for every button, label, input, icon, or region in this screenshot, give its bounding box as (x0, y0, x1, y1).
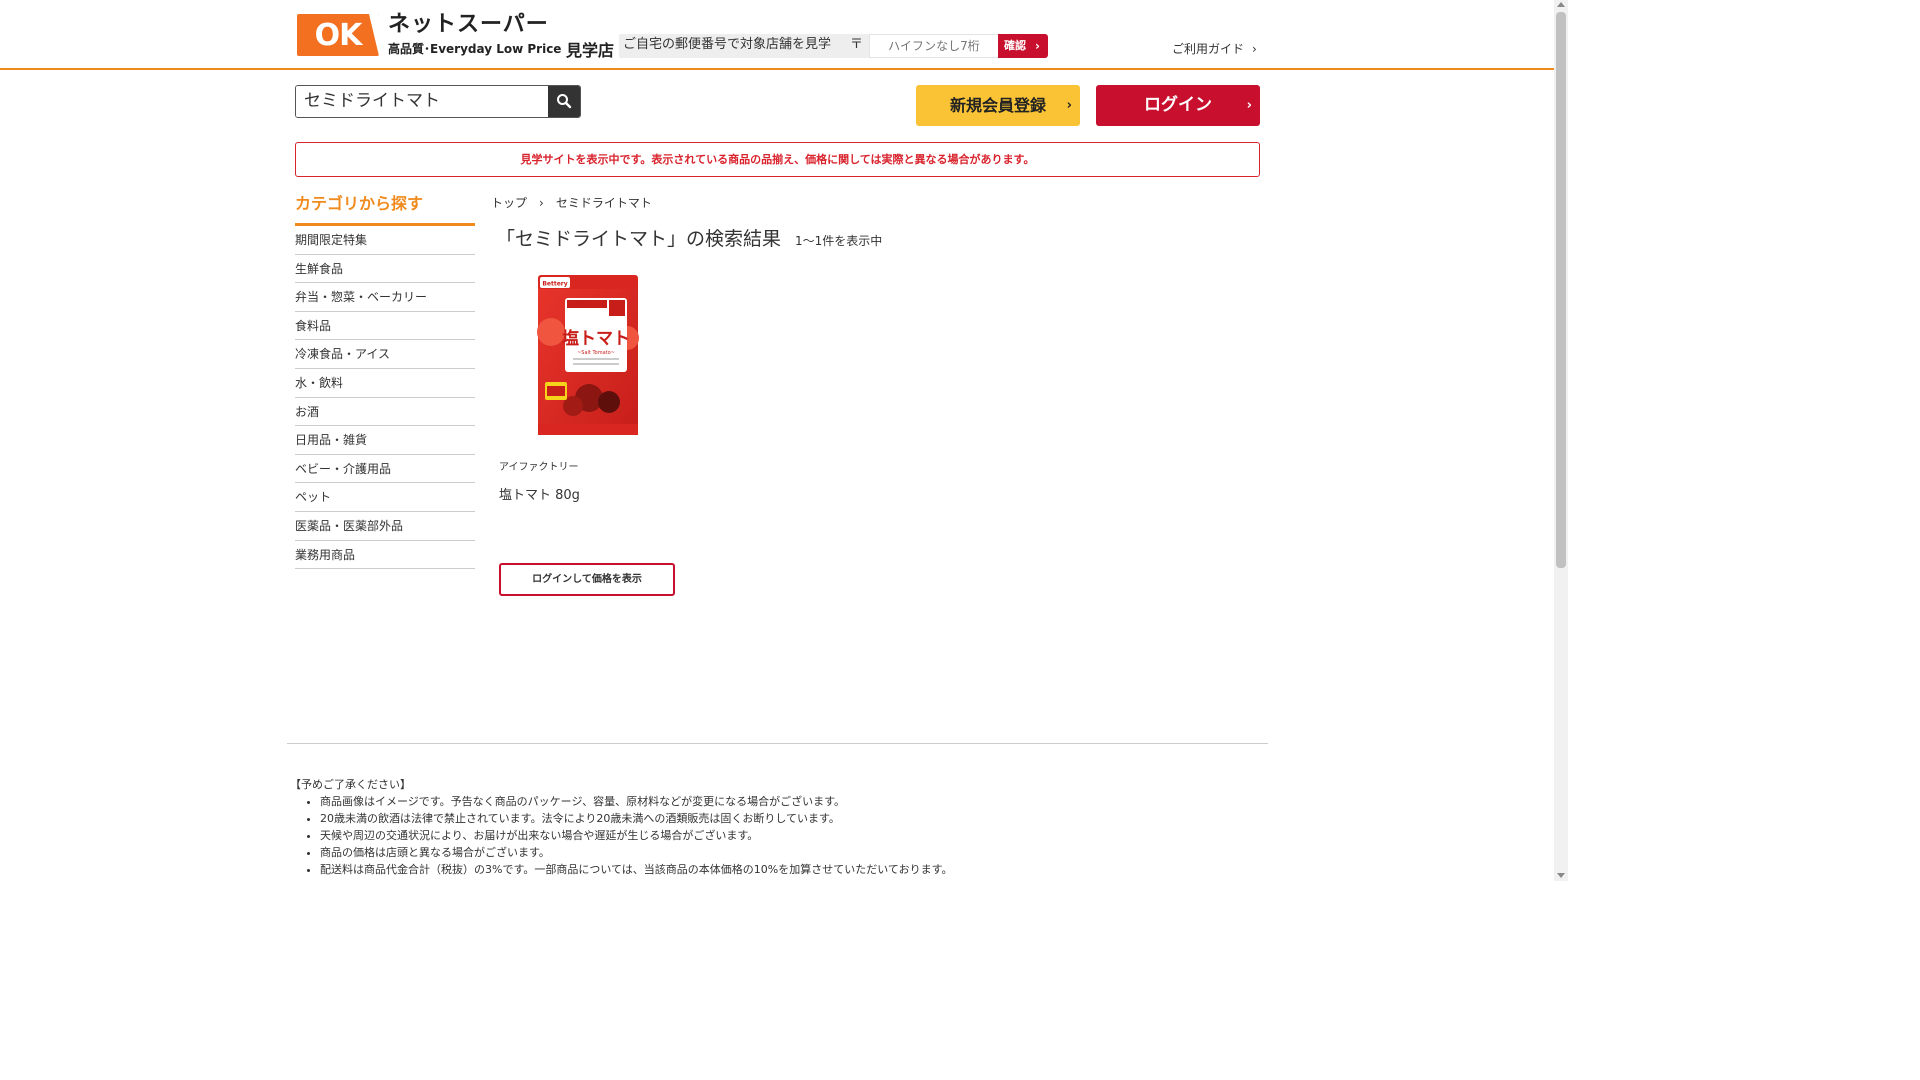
breadcrumb-home[interactable]: トップ (491, 196, 527, 210)
register-label: 新規会員登録 (949, 96, 1046, 115)
login-label: ログイン (1144, 95, 1212, 115)
chevron-right-icon: › (1246, 98, 1252, 113)
scroll-up-arrow-icon[interactable] (1557, 2, 1565, 7)
breadcrumb-current: セミドライトマト (555, 196, 652, 210)
brand-name: ネットスーパー (388, 12, 549, 37)
zip-confirm-label: 確認 (1004, 39, 1026, 52)
zip-code-input[interactable] (869, 34, 999, 58)
product-name[interactable]: 塩トマト 80g (499, 484, 580, 503)
category-item[interactable]: 水・飲料 (295, 369, 475, 398)
ok-logo[interactable]: OK (297, 14, 379, 56)
chevron-right-icon: › (1035, 39, 1040, 53)
breadcrumb-separator: › (539, 196, 544, 210)
category-item[interactable]: ベビー・介護用品 (295, 455, 475, 484)
chevron-right-icon: › (1066, 98, 1072, 113)
brand[interactable]: ネットスーパー 高品質･Everyday Low Price (388, 12, 561, 57)
footer-divider (287, 743, 1268, 744)
category-item[interactable]: 生鮮食品 (295, 255, 475, 284)
results-count: 1～1件を表示中 (795, 234, 883, 248)
postal-mark-icon: 〒 (849, 37, 863, 52)
footer-notes: 【予めご了承ください】 商品画像はイメージです。予告なく商品のパッケージ、容量、… (290, 777, 1270, 878)
search-bar (295, 85, 581, 118)
register-button[interactable]: 新規会員登録 › (916, 85, 1080, 126)
category-sidebar: カテゴリから探す 期間限定特集 生鮮食品 弁当・惣菜・ベーカリー 食料品 冷凍食… (295, 192, 475, 570)
category-item[interactable]: お酒 (295, 398, 475, 427)
usage-guide-label: ご利用ガイド (1172, 42, 1245, 56)
search-icon (557, 94, 572, 109)
breadcrumb: トップ › セミドライトマト (491, 194, 652, 211)
zip-prompt-text: ご自宅の郵便番号で対象店舗を見学 (623, 37, 832, 52)
zip-confirm-button[interactable]: 確認 › (998, 34, 1048, 58)
login-button[interactable]: ログイン › (1096, 85, 1260, 126)
category-item[interactable]: 期間限定特集 (295, 226, 475, 255)
package-subtitle: ~Salt Tomato~ (577, 350, 615, 356)
search-button[interactable] (548, 86, 580, 117)
page-scrollbar[interactable] (1554, 0, 1568, 881)
logo-text: OK (314, 17, 363, 53)
category-item[interactable]: 弁当・惣菜・ベーカリー (295, 283, 475, 312)
demo-notice: 見学サイトを表示中です。表示されている商品の品揃え、価格に関しては実際と異なる場… (295, 142, 1260, 177)
product-image[interactable]: Bettery 塩トマト ~Salt Tomato~ (537, 274, 639, 436)
usage-guide-link[interactable]: ご利用ガイド › (1172, 40, 1257, 57)
category-item[interactable]: 日用品・雑貨 (295, 426, 475, 455)
login-to-view-price-button[interactable]: ログインして価格を表示 (499, 563, 675, 596)
footer-note: 天候や周辺の交通状況により、お届けが出来ない場合や遅延が生じる場合がございます。 (320, 827, 1270, 844)
scrollbar-thumb[interactable] (1556, 12, 1566, 568)
package-title: 塩トマト (562, 328, 630, 349)
footer-list: 商品画像はイメージです。予告なく商品のパッケージ、容量、原材料などが変更になる場… (290, 793, 1270, 878)
footer-note: 商品の価格は店頭と異なる場合がございます。 (320, 844, 1270, 861)
footer-note: 配送料は商品代金合計（税抜）の3%です。一部商品については、当該商品の本体価格の… (320, 861, 1270, 878)
category-item[interactable]: 業務用商品 (295, 541, 475, 570)
product-maker: アイファクトリー (499, 462, 579, 473)
package-brand: Bettery (542, 281, 567, 288)
site-header: OK ネットスーパー 高品質･Everyday Low Price 見学店 ご自… (0, 0, 1554, 70)
category-item[interactable]: 食料品 (295, 312, 475, 341)
category-item[interactable]: ペット (295, 483, 475, 512)
footer-note: 商品画像はイメージです。予告なく商品のパッケージ、容量、原材料などが変更になる場… (320, 793, 1270, 810)
category-item[interactable]: 医薬品・医薬部外品 (295, 512, 475, 541)
category-item[interactable]: 冷凍食品・アイス (295, 340, 475, 369)
footer-title: 【予めご了承ください】 (290, 778, 411, 791)
search-input[interactable] (296, 86, 550, 117)
store-label: 見学店 (566, 41, 615, 60)
chevron-right-icon: › (1252, 42, 1257, 56)
brand-tagline: 高品質･Everyday Low Price (388, 42, 562, 56)
results-heading: 「セミドライトマト」の検索結果 1～1件を表示中 (496, 224, 882, 251)
sidebar-title: カテゴリから探す (295, 192, 475, 226)
scroll-down-arrow-icon[interactable] (1557, 873, 1565, 878)
zip-prompt: ご自宅の郵便番号で対象店舗を見学 〒 (619, 34, 869, 58)
footer-note: 20歳未満の飲酒は法律で禁止されています。法令により20歳未満への酒類販売は固く… (320, 810, 1270, 827)
results-title: 「セミドライトマト」の検索結果 (496, 228, 782, 250)
